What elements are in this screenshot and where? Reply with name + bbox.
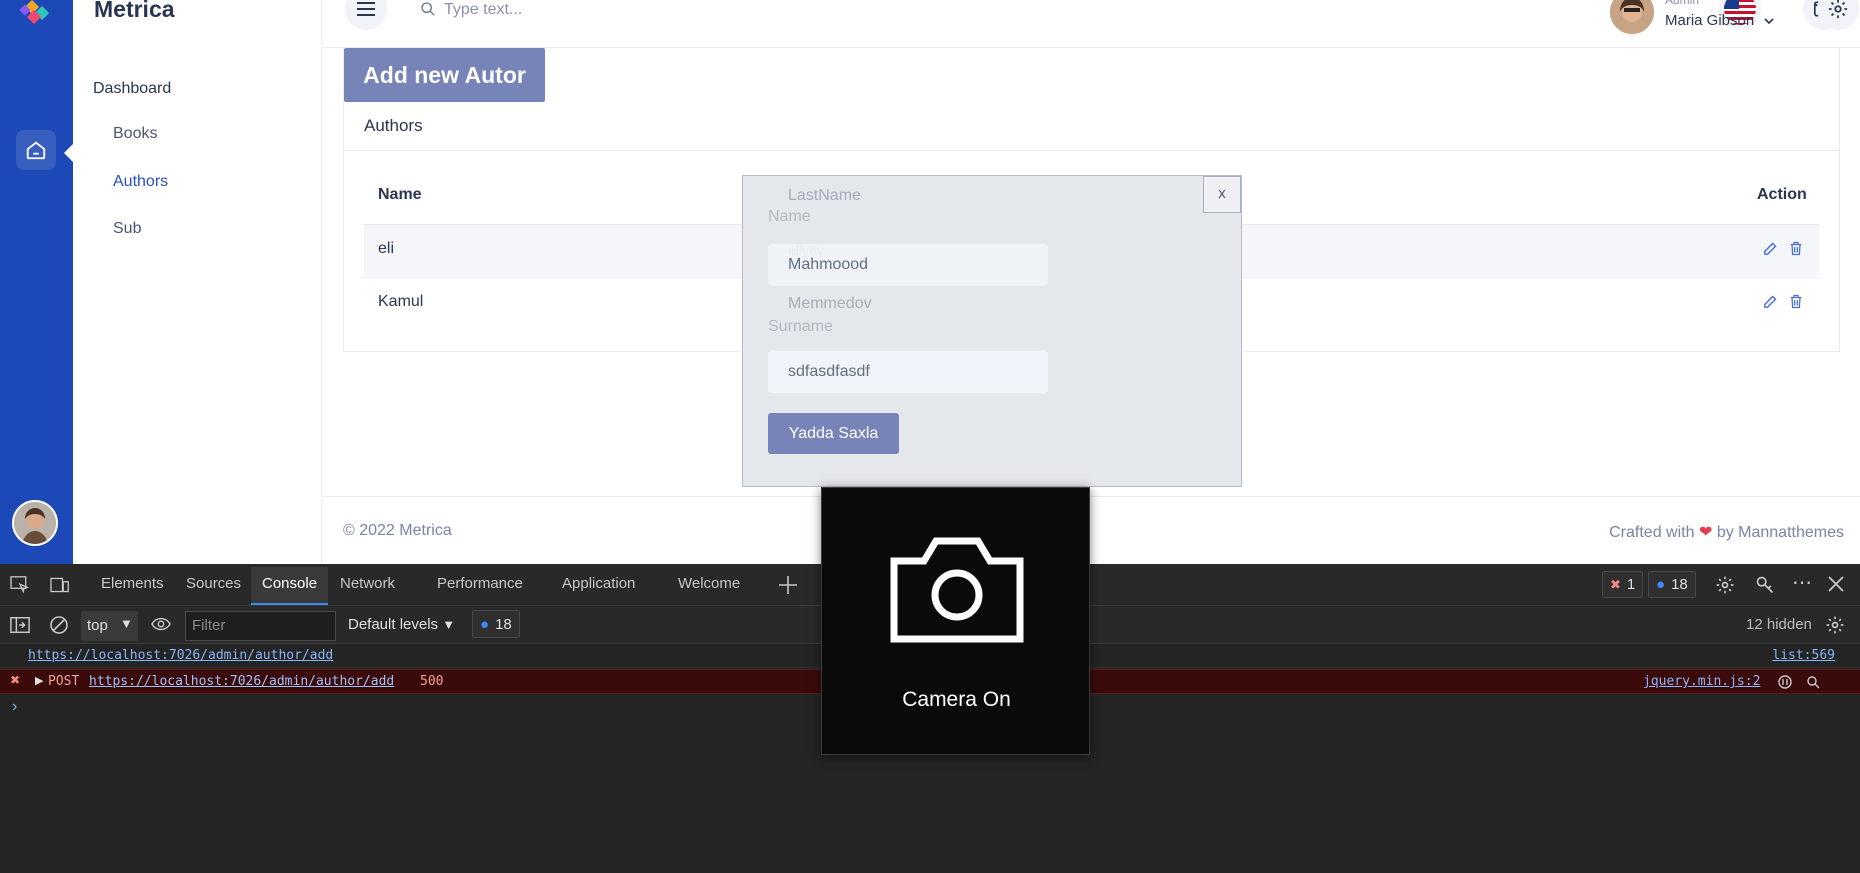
- levels-select[interactable]: Default levels ▼: [348, 616, 455, 633]
- surname-label: Surname: [768, 318, 833, 335]
- console-settings-icon[interactable]: [1825, 615, 1845, 635]
- home-icon[interactable]: [16, 130, 56, 170]
- console-prompt[interactable]: ›: [12, 698, 17, 716]
- add-author-modal: x LastName Name eliyev Mahmoood Memmedov…: [742, 175, 1242, 487]
- messages-badge[interactable]: ● 18: [1648, 571, 1696, 598]
- sidebar-item-books[interactable]: Books: [113, 125, 157, 143]
- top-bar: Type text... Admin Maria Gibson: [322, 0, 1860, 48]
- more-icon[interactable]: ⋯: [1792, 570, 1812, 595]
- divider: [343, 150, 1840, 151]
- edit-icon[interactable]: [1762, 240, 1779, 257]
- delete-icon[interactable]: [1788, 293, 1804, 310]
- tab-welcome[interactable]: Welcome: [678, 575, 740, 592]
- device-toggle-icon[interactable]: [50, 576, 70, 594]
- error-url[interactable]: https://localhost:7026/admin/author/add: [89, 674, 394, 689]
- heart-icon: ❤: [1698, 524, 1713, 541]
- errors-badge[interactable]: ✖ 1: [1602, 571, 1644, 598]
- surname-field[interactable]: sdfasdfasdf: [768, 351, 1048, 393]
- save-button[interactable]: Yadda Saxla: [768, 413, 899, 454]
- hidden-count: 12 hidden: [1746, 616, 1812, 633]
- error-source[interactable]: jquery.min.js:2: [1643, 674, 1760, 689]
- name-label: Name: [768, 208, 811, 225]
- close-icon[interactable]: [1828, 576, 1844, 592]
- search-icon: [421, 2, 435, 16]
- issues-badge[interactable]: ● 18: [472, 610, 520, 638]
- active-pointer: [64, 144, 73, 162]
- eye-icon[interactable]: [151, 617, 171, 631]
- log-url[interactable]: https://localhost:7026/admin/author/add: [28, 648, 333, 663]
- add-author-button[interactable]: Add new Autor: [344, 48, 545, 102]
- levels-label: Default levels: [348, 616, 439, 633]
- sidebar: Metrica Dashboard Books Authors Sub: [73, 0, 322, 564]
- inspect-icon[interactable]: [10, 576, 30, 594]
- search-icon[interactable]: [1806, 675, 1820, 689]
- camera-overlay: Camera On: [821, 487, 1090, 755]
- search-input[interactable]: Type text...: [444, 1, 522, 19]
- filter-input[interactable]: Filter: [185, 611, 336, 641]
- crafted-text: Crafted with ❤ by Mannatthemes: [1609, 522, 1844, 542]
- customize-icon[interactable]: [1755, 575, 1775, 595]
- log-source[interactable]: list:569: [1772, 648, 1835, 663]
- user-name[interactable]: Maria Gibson: [1665, 12, 1754, 29]
- sidebar-item-authors[interactable]: Authors: [113, 173, 168, 191]
- footer: © 2022 Metrica Crafted with ❤ by Mannatt…: [322, 496, 1860, 564]
- card-title: Authors: [364, 116, 423, 135]
- clear-console-icon[interactable]: [49, 615, 69, 635]
- error-method: POST: [48, 674, 80, 689]
- copyright-text: © 2022 Metrica: [343, 522, 452, 539]
- close-button[interactable]: x: [1203, 176, 1241, 213]
- tab-elements[interactable]: Elements: [101, 575, 164, 592]
- crafted-prefix: Crafted with: [1609, 524, 1695, 541]
- sidebar-toggle-icon[interactable]: [10, 616, 30, 634]
- issues-count: 18: [495, 615, 512, 633]
- admin-app: Metrica Dashboard Books Authors Sub Type…: [0, 0, 1860, 564]
- tab-network[interactable]: Network: [340, 575, 395, 592]
- expand-icon[interactable]: ▶: [35, 674, 43, 687]
- brand-name: Metrica: [94, 0, 175, 22]
- avatar[interactable]: [12, 500, 58, 546]
- user-avatar[interactable]: [1610, 0, 1654, 34]
- user-role: Admin: [1665, 0, 1700, 7]
- error-icon: ✖: [10, 673, 21, 687]
- ghost-column-lastname: LastName: [788, 187, 861, 204]
- metrica-logo: [19, 0, 50, 25]
- tab-console[interactable]: Console: [251, 567, 329, 605]
- error-status: 500: [420, 674, 444, 689]
- add-tab-icon[interactable]: [778, 575, 798, 595]
- tab-sources[interactable]: Sources: [186, 575, 241, 592]
- context-value: top: [87, 617, 108, 634]
- edit-icon[interactable]: [1762, 293, 1779, 310]
- context-select[interactable]: top ▼: [81, 611, 138, 641]
- tab-performance[interactable]: Performance: [437, 575, 523, 592]
- icon-rail: [0, 0, 73, 564]
- column-header-action: Action: [1757, 186, 1807, 203]
- ghost-cell-lastname: Memmedov: [788, 295, 872, 312]
- chevron-down-icon[interactable]: [1764, 17, 1774, 25]
- tab-application[interactable]: Application: [562, 575, 635, 592]
- errors-count: 1: [1626, 576, 1636, 593]
- sidebar-title[interactable]: Dashboard: [93, 80, 171, 98]
- messages-count: 18: [1671, 576, 1688, 593]
- message-icon: ●: [1656, 576, 1666, 593]
- settings-icon[interactable]: [1715, 575, 1735, 595]
- error-icon: ✖: [1610, 576, 1621, 592]
- delete-icon[interactable]: [1788, 240, 1804, 257]
- author-name-cell: Kamul: [378, 293, 424, 310]
- name-field[interactable]: Mahmoood: [768, 244, 1048, 286]
- menu-icon[interactable]: [345, 0, 387, 30]
- camera-label: Camera On: [902, 688, 1011, 711]
- message-icon: ●: [480, 615, 490, 633]
- author-name-cell: eli: [378, 240, 395, 257]
- crafted-suffix[interactable]: by Mannatthemes: [1717, 524, 1844, 541]
- camera-icon: [890, 537, 1024, 643]
- network-icon[interactable]: [1778, 675, 1792, 689]
- chevron-down-icon: ▼: [120, 616, 133, 631]
- chevron-down-icon: ▼: [442, 617, 456, 632]
- sidebar-item-sub[interactable]: Sub: [113, 220, 141, 238]
- column-header-name: Name: [378, 186, 422, 203]
